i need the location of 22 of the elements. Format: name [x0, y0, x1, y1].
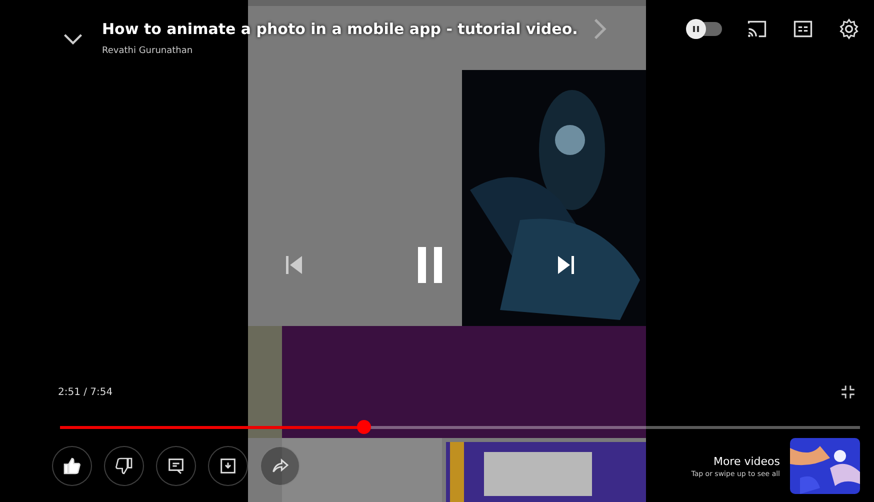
- video-title[interactable]: How to animate a photo in a mobile app - tutorial video.: [102, 20, 578, 38]
- dislike-button[interactable]: [104, 446, 144, 486]
- video-thumbnail-icon: [790, 438, 860, 494]
- exit-fullscreen-icon[interactable]: [840, 384, 856, 400]
- channel-name[interactable]: Revathi Gurunathan: [102, 46, 610, 56]
- thumbs-up-icon: [62, 456, 82, 476]
- comments-button[interactable]: [156, 446, 196, 486]
- previous-icon[interactable]: [283, 253, 305, 277]
- like-button[interactable]: [52, 446, 92, 486]
- comment-icon: [166, 456, 186, 476]
- autoplay-toggle[interactable]: [688, 22, 722, 36]
- next-icon[interactable]: [555, 253, 577, 277]
- download-icon: [218, 456, 238, 476]
- settings-icon[interactable]: [838, 18, 860, 40]
- more-videos-title: More videos: [713, 454, 780, 468]
- pause-icon: [691, 24, 701, 34]
- cast-icon[interactable]: [746, 18, 768, 40]
- captions-icon[interactable]: [792, 18, 814, 40]
- time-display: 2:51 / 7:54: [58, 386, 113, 398]
- save-button[interactable]: [208, 446, 248, 486]
- thumbs-down-icon: [114, 456, 134, 476]
- pause-icon[interactable]: [415, 244, 445, 286]
